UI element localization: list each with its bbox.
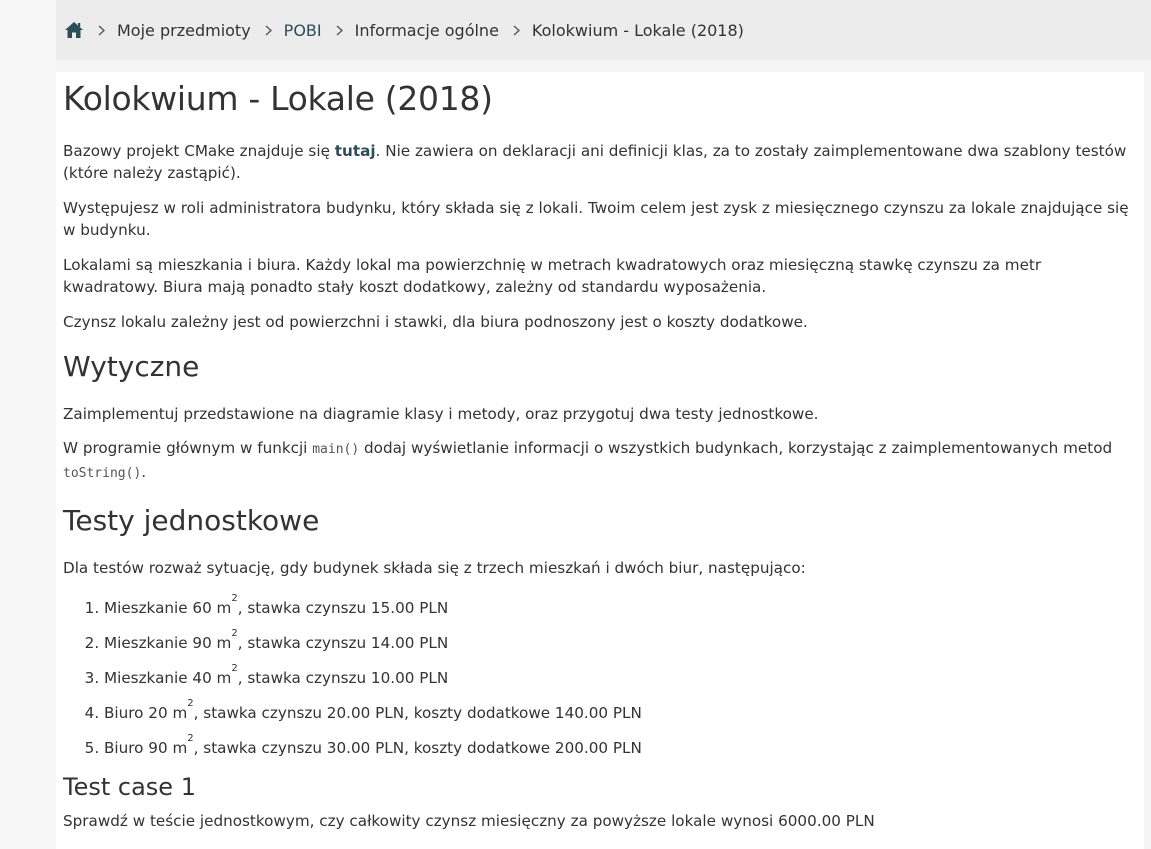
code-main: main(): [312, 442, 360, 457]
list-item: Biuro 90 m2, stawka czynszu 30.00 PLN, k…: [104, 734, 1144, 759]
flats-list: Mieszkanie 60 m2, stawka czynszu 15.00 P…: [63, 594, 1144, 759]
list-item: Biuro 20 m2, stawka czynszu 20.00 PLN, k…: [104, 699, 1144, 724]
guidelines-paragraph-1: Zaimplementuj przedstawione na diagramie…: [63, 405, 819, 423]
intro-1-text-start: Bazowy projekt CMake znajduje się: [63, 142, 335, 160]
list-item: Mieszkanie 40 m2, stawka czynszu 10.00 P…: [104, 664, 1144, 689]
page-title: Kolokwium - Lokale (2018): [63, 79, 493, 118]
list-item: Mieszkanie 90 m2, stawka czynszu 14.00 P…: [104, 629, 1144, 654]
list-item: Mieszkanie 60 m2, stawka czynszu 15.00 P…: [104, 594, 1144, 619]
guidelines-2-text-mid: dodaj wyświetlanie informacji o wszystki…: [359, 439, 1113, 457]
base-project-link[interactable]: tutaj: [335, 142, 376, 160]
chevron-right-icon: [98, 24, 105, 36]
breadcrumb-my-courses[interactable]: Moje przedmioty: [117, 21, 251, 40]
tests-heading: Testy jednostkowe: [63, 504, 320, 537]
home-icon[interactable]: [64, 20, 84, 40]
guidelines-heading: Wytyczne: [63, 350, 200, 383]
intro-paragraph-4: Czynsz lokalu zależny jest od powierzchn…: [63, 313, 808, 331]
breadcrumb-section[interactable]: Informacje ogólne: [355, 21, 499, 40]
tests-intro: Dla testów rozważ sytuację, gdy budynek …: [63, 559, 806, 577]
breadcrumb-course[interactable]: POBI: [284, 21, 322, 40]
intro-paragraph-2: Występujesz w roli administratora budynk…: [63, 199, 1129, 239]
breadcrumb-current: Kolokwium - Lokale (2018): [531, 20, 744, 40]
chevron-right-icon: [513, 24, 520, 36]
intro-paragraph-1: Bazowy projekt CMake znajduje się tutaj.…: [63, 140, 1131, 184]
left-gutter: [0, 0, 56, 849]
test-case-1-heading: Test case 1: [63, 773, 196, 801]
intro-paragraph-3: Lokalami są mieszkania i biura. Każdy lo…: [63, 256, 1042, 296]
guidelines-paragraph-2: W programie głównym w funkcji main() dod…: [63, 437, 1131, 485]
chevron-right-icon: [265, 24, 272, 36]
code-tostring: toString(): [63, 466, 142, 481]
guidelines-2-text-start: W programie głównym w funkcji: [63, 439, 313, 457]
guidelines-2-text-end: .: [141, 463, 147, 481]
main-content: Kolokwium - Lokale (2018) Bazowy projekt…: [56, 72, 1144, 849]
test-case-1-text: Sprawdź w teście jednostkowym, czy całko…: [63, 812, 875, 830]
breadcrumb: Moje przedmioty POBI Informacje ogólne K…: [56, 0, 1151, 60]
chevron-right-icon: [336, 24, 343, 36]
